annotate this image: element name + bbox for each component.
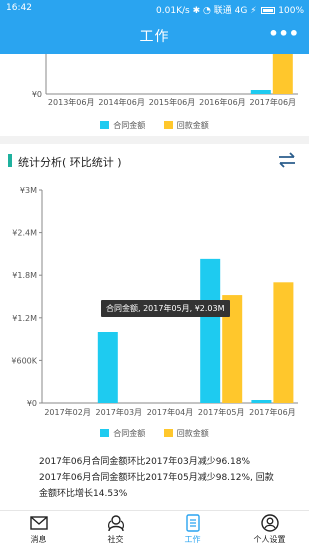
bluetooth-icon: ✱ <box>192 6 201 16</box>
user-icon <box>260 514 279 532</box>
swap-arrows-icon[interactable] <box>277 152 297 168</box>
y-tick-label: ¥3M <box>20 186 37 195</box>
y-tick-label: ¥1.2M <box>12 314 37 323</box>
legend-payment-label: 回款金额 <box>176 121 209 130</box>
payment-legend-icon <box>163 121 173 129</box>
x-tick-label: 2017年04月 <box>147 407 194 417</box>
x-tick-label: 2015年06月 <box>149 97 196 107</box>
tab-social[interactable]: 社交 <box>77 511 154 550</box>
legend-contract-label: 合同金额 <box>113 121 146 130</box>
carrier: 联通 4G <box>213 6 248 16</box>
more-dots-icon[interactable]: ••• <box>268 24 299 43</box>
legend-contract-2[interactable]: 合同金额 <box>100 428 145 439</box>
chart-tooltip: 合同金额, 2017年05月, ¥2.03M <box>101 300 230 317</box>
summary-line-2: 2017年06月合同金额环比2017年05月减少98.12%, 回款金额环比增长… <box>39 473 274 499</box>
section-header: 统计分析( 环比统计 ) <box>0 152 309 170</box>
work-document-icon <box>185 514 200 532</box>
legend-contract-label-2: 合同金额 <box>113 429 146 438</box>
tab-settings-label: 个人设置 <box>253 535 286 544</box>
app-bar: 工作 ••• <box>0 16 309 54</box>
x-tick-label: 2017年06月 <box>249 407 296 417</box>
legend-payment[interactable]: 回款金额 <box>163 120 209 131</box>
summary-line-1: 2017年06月合同金额环比2017年03月减少96.18% <box>39 457 251 467</box>
network-speed: 0.01K/s <box>156 6 190 16</box>
y-tick-label: ¥600K <box>11 356 37 365</box>
y-tick-label: ¥0 <box>32 90 42 99</box>
battery-percent: 100% <box>278 6 304 16</box>
period-chart-legend: 合同金额 回款金额 <box>0 428 309 439</box>
tab-work[interactable]: 工作 <box>154 511 231 550</box>
page-title: 工作 <box>139 29 170 45</box>
legend-payment-2[interactable]: 回款金额 <box>163 428 209 439</box>
social-icon <box>107 515 124 532</box>
charging-icon: ⚡ <box>250 6 257 16</box>
bar-payment <box>273 282 294 403</box>
yearly-comparison-chart: ¥0¥300K2013年06月2014年06月2015年06月2016年06月2… <box>32 54 298 107</box>
y-tick-label: ¥2.4M <box>12 229 37 238</box>
payment-legend-icon-2 <box>163 429 173 437</box>
status-time: 16:42 <box>6 3 32 13</box>
contract-legend-icon-2 <box>100 429 110 437</box>
bar-contract <box>250 90 271 94</box>
section-accent-bar <box>8 154 12 167</box>
wifi-icon: ◔ <box>203 6 211 16</box>
content-area[interactable]: ¥0¥300K2013年06月2014年06月2015年06月2016年06月2… <box>0 54 309 510</box>
x-tick-label: 2017年06月 <box>250 97 297 107</box>
bar-contract <box>97 332 118 403</box>
bar-payment <box>272 54 293 94</box>
mail-icon <box>29 516 48 530</box>
x-tick-label: 2017年03月 <box>96 407 143 417</box>
bar-contract <box>200 258 221 403</box>
legend-contract[interactable]: 合同金额 <box>100 120 145 131</box>
tab-work-label: 工作 <box>184 535 201 544</box>
status-right: 0.01K/s ✱ ◔ 联通 4G ⚡ 100% <box>156 3 304 16</box>
y-tick-label: ¥1.8M <box>12 271 37 280</box>
x-tick-label: 2017年05月 <box>198 407 245 417</box>
x-tick-label: 2016年06月 <box>199 97 246 107</box>
x-tick-label: 2013年06月 <box>48 97 95 107</box>
section-divider <box>0 136 309 144</box>
x-tick-label: 2014年06月 <box>98 97 145 107</box>
status-bar: 16:42 0.01K/s ✱ ◔ 联通 4G ⚡ 100% <box>0 0 309 16</box>
tab-settings[interactable]: 个人设置 <box>231 511 308 550</box>
tab-messages[interactable]: 消息 <box>0 511 77 550</box>
y-tick-label: ¥0 <box>27 399 37 408</box>
x-tick-label: 2017年02月 <box>44 407 91 417</box>
summary-text: 2017年06月合同金额环比2017年03月减少96.18% 2017年06月合… <box>39 454 279 502</box>
battery-icon <box>261 7 276 14</box>
tab-messages-label: 消息 <box>30 535 47 544</box>
yearly-chart-legend: 合同金额 回款金额 <box>0 120 309 131</box>
contract-legend-icon <box>100 121 110 129</box>
tab-social-label: 社交 <box>107 535 124 544</box>
bottom-tab-bar: 消息 社交 工作 个人设置 <box>0 510 309 550</box>
bar-contract <box>251 400 272 403</box>
legend-payment-label-2: 回款金额 <box>176 429 209 438</box>
section-title: 统计分析( 环比统计 ) <box>18 156 122 169</box>
